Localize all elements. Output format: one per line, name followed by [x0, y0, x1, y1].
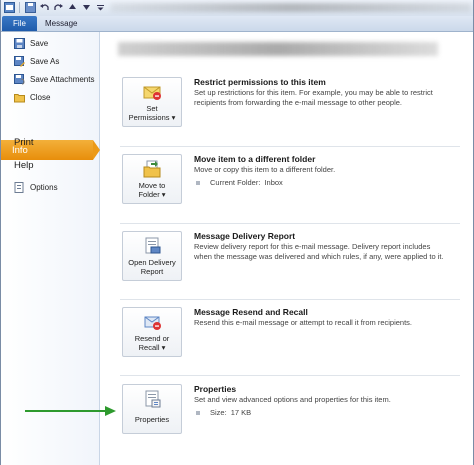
section-description: Set up restrictions for this item. For e…: [194, 88, 433, 107]
quick-access-toolbar: [3, 1, 106, 13]
outlook-window: File Message Save Save As Save Attachmen…: [0, 0, 474, 465]
section-description: Set and view advanced options and proper…: [194, 395, 391, 404]
tab-message[interactable]: Message: [45, 16, 77, 31]
button-label-line: Report: [140, 267, 164, 276]
section-title: Message Delivery Report: [194, 231, 296, 241]
button-label-line: Folder ▾: [138, 190, 166, 199]
button-label-line: Move to: [138, 181, 166, 190]
move-to-folder-button[interactable]: Move to Folder ▾: [122, 154, 182, 204]
button-label-line: Open Delivery: [128, 258, 176, 267]
window-title-blurred: [111, 3, 471, 12]
button-label-line: Resend or: [134, 334, 170, 343]
button-label-line: Permissions ▾: [128, 113, 176, 122]
size-value: 17 KB: [230, 408, 252, 417]
down-arrow-icon[interactable]: [80, 1, 92, 13]
save-icon: [14, 38, 25, 49]
ribbon-tabs: File Message: [1, 16, 473, 32]
redo-icon[interactable]: [52, 1, 64, 13]
section-title: Properties: [194, 384, 237, 394]
section-description: Resend this e-mail message or attempt to…: [194, 318, 413, 327]
delivery-report-icon: [145, 237, 161, 254]
move-folder-icon: [143, 160, 161, 178]
nav-item-save-as[interactable]: Save As: [1, 56, 99, 67]
button-label-line: Recall ▾: [138, 343, 166, 352]
undo-icon[interactable]: [38, 1, 50, 13]
nav-item-help[interactable]: Help: [1, 160, 112, 171]
title-bar: [1, 0, 473, 16]
nav-item-label: Print: [14, 137, 34, 148]
permissions-icon: [143, 86, 161, 100]
set-permissions-button[interactable]: Set Permissions ▾: [122, 77, 182, 127]
options-icon: [14, 182, 25, 193]
save-attachments-icon: [14, 74, 25, 85]
current-folder-value: Inbox: [264, 178, 283, 187]
nav-item-save-attachments[interactable]: Save Attachments: [1, 74, 99, 85]
properties-button[interactable]: Properties: [122, 384, 182, 434]
tab-file[interactable]: File: [2, 16, 37, 31]
section-divider: [120, 146, 460, 147]
bullet-marker: [196, 410, 200, 415]
nav-item-label: Help: [14, 160, 34, 171]
bullet-marker: [196, 180, 200, 185]
button-label-line: Set: [146, 104, 158, 113]
backstage-nav: Save Save As Save Attachments Close Info…: [1, 32, 100, 465]
current-folder-label: Current Folder:: [210, 178, 261, 187]
size-label: Size:: [210, 408, 227, 417]
annotation-arrow-icon: [25, 406, 116, 416]
section-divider: [120, 299, 460, 300]
nav-item-options[interactable]: Options: [1, 182, 99, 193]
app-menu-icon[interactable]: [3, 1, 15, 13]
nav-item-close[interactable]: Close: [1, 92, 99, 103]
resend-recall-icon: [144, 316, 161, 330]
save-qat-icon[interactable]: [24, 1, 36, 13]
section-divider: [120, 223, 460, 224]
properties-icon: [145, 390, 161, 408]
nav-item-label: Save As: [30, 57, 60, 66]
current-folder-info: Current Folder: Inbox: [196, 178, 283, 187]
info-content: Set Permissions ▾ Restrict permissions t…: [100, 32, 473, 465]
nav-item-label: Close: [30, 93, 51, 102]
resend-or-recall-button[interactable]: Resend or Recall ▾: [122, 307, 182, 357]
close-folder-icon: [14, 92, 25, 103]
save-as-icon: [14, 56, 25, 67]
button-label-line: Properties: [134, 415, 170, 424]
nav-item-save[interactable]: Save: [1, 38, 99, 49]
section-description: Review delivery report for this e-mail m…: [194, 242, 444, 261]
customize-qat-icon[interactable]: [94, 1, 106, 13]
up-arrow-icon[interactable]: [66, 1, 78, 13]
nav-item-label: Save: [30, 39, 49, 48]
message-subject-blurred: [118, 42, 438, 56]
section-divider: [120, 375, 460, 376]
section-title: Restrict permissions to this item: [194, 77, 326, 87]
nav-item-label: Options: [30, 183, 58, 192]
section-description: Move or copy this item to a different fo…: [194, 165, 336, 174]
open-delivery-report-button[interactable]: Open Delivery Report: [122, 231, 182, 281]
toolbar-separator: [19, 1, 20, 13]
size-info: Size: 17 KB: [196, 408, 251, 417]
nav-item-label: Save Attachments: [30, 75, 95, 84]
section-title: Message Resend and Recall: [194, 307, 308, 317]
nav-item-print[interactable]: Print: [1, 137, 112, 148]
section-title: Move item to a different folder: [194, 154, 316, 164]
